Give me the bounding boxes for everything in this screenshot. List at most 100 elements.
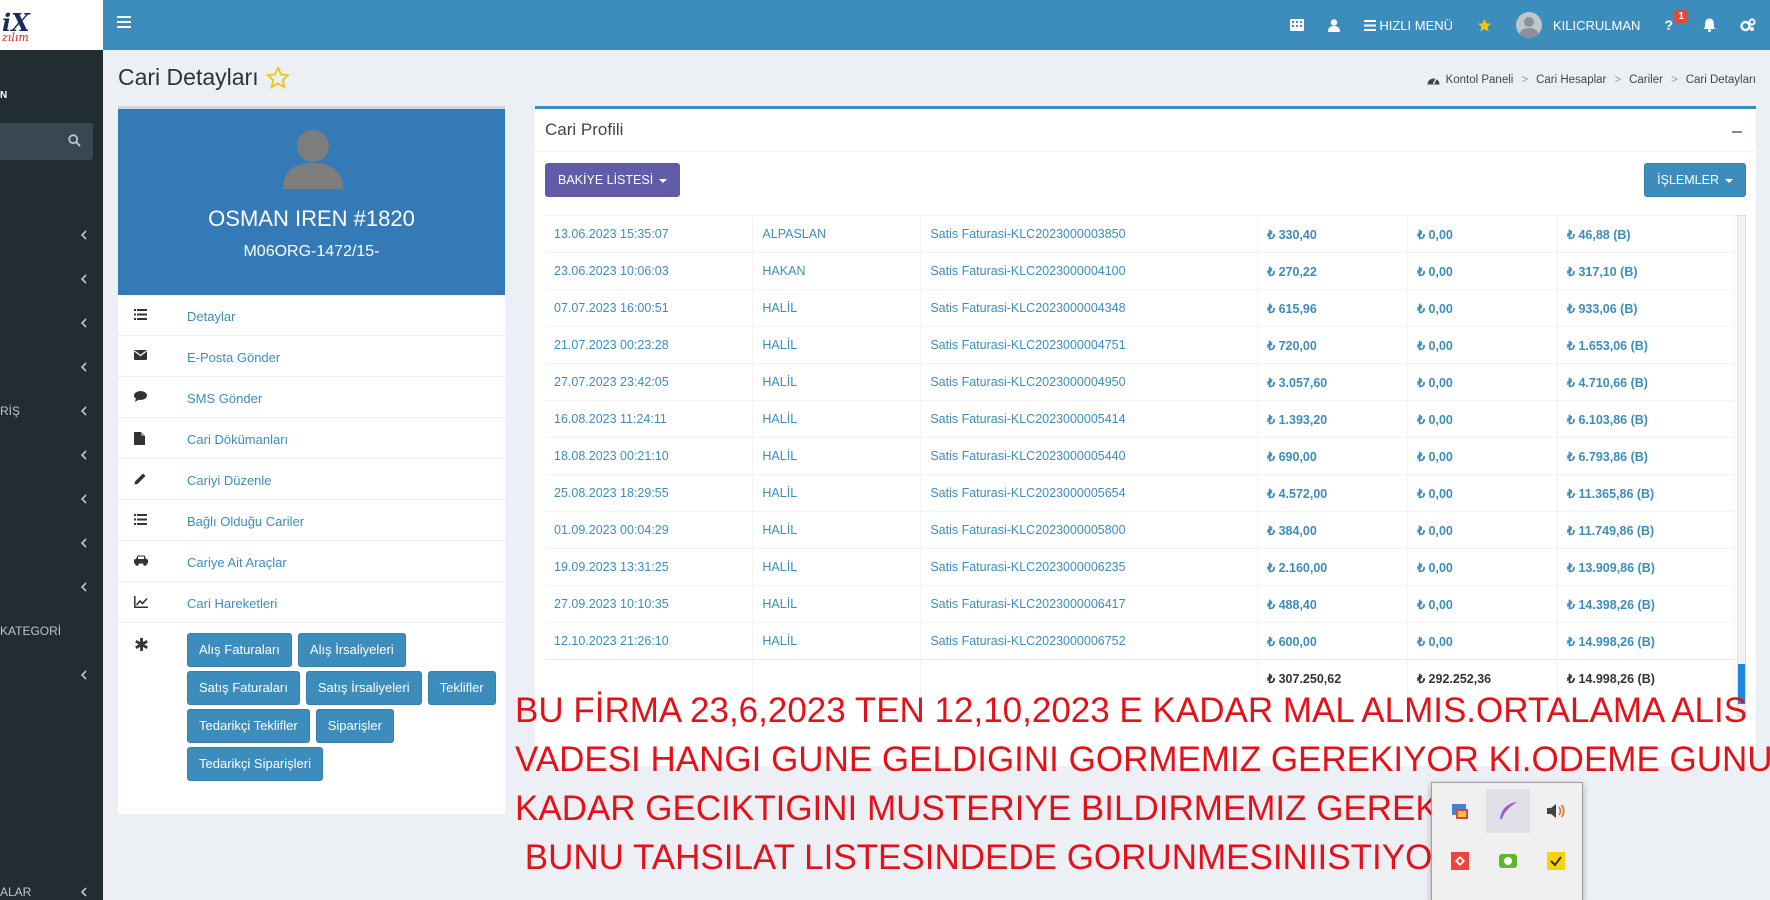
sidebar-item-7[interactable]	[0, 484, 103, 514]
tray-volume-icon[interactable]	[1534, 789, 1578, 833]
chevron-left-icon	[81, 538, 87, 548]
purchase-invoices-button[interactable]: Alış Faturaları	[187, 633, 292, 667]
breadcrumb-item[interactable]: Cari Hesaplar	[1536, 74, 1606, 86]
supplier-orders-button[interactable]: Tedarikçi Siparişleri	[187, 747, 323, 781]
balance-cell: ₺ 933,06 (B)	[1557, 289, 1735, 327]
sidebar-item-9[interactable]	[0, 572, 103, 602]
sidebar-item-1[interactable]	[0, 220, 103, 250]
chevron-left-icon	[81, 582, 87, 592]
avatar	[1516, 12, 1543, 38]
date-cell: 13.06.2023 15:35:07	[545, 215, 754, 253]
star-icon	[1477, 18, 1492, 31]
menu-item-documents[interactable]: Cari Dökümanları	[118, 418, 505, 459]
balance-cell: ₺ 11.749,86 (B)	[1557, 511, 1735, 549]
sidebar-item-kategori[interactable]: KATEGORİ	[0, 616, 103, 646]
favorites-button[interactable]	[1465, 0, 1504, 50]
calculator-icon	[1290, 19, 1305, 31]
date-cell: 12.10.2023 21:26:10	[545, 622, 754, 660]
help-badge: 1	[1674, 10, 1688, 23]
credit-cell: ₺ 0,00	[1407, 511, 1559, 549]
feather-icon	[1500, 802, 1517, 819]
sidebar-item-2[interactable]	[0, 264, 103, 294]
menu-item-transactions[interactable]: Cari Hareketleri	[118, 582, 505, 623]
profile-header: OSMAN IREN #1820 M06ORG-1472/15-	[118, 109, 505, 295]
sidebar-search-input[interactable]	[0, 123, 93, 160]
sidebar-toggle-icon[interactable]	[117, 16, 131, 30]
balance-cell: ₺ 46,88 (B)	[1557, 215, 1735, 253]
transactions-table-container[interactable]: 13.06.2023 15:35:07 ALPASLAN Satis Faturas…	[545, 215, 1747, 717]
user-menu[interactable]: KILICRULMAN	[1504, 0, 1652, 50]
menu-item-linked-accounts[interactable]: Bağlı Olduğu Cariler	[118, 500, 505, 541]
quick-menu-button[interactable]: HIZLI MENÜ	[1352, 0, 1465, 50]
sidebar-item-3[interactable]	[0, 308, 103, 338]
breadcrumb-item[interactable]: Cariler	[1629, 74, 1663, 86]
table-row[interactable]: 13.06.2023 15:35:07 ALPASLAN Satis Faturas…	[545, 215, 1735, 253]
file-icon	[134, 432, 145, 445]
credit-cell: ₺ 0,00	[1407, 215, 1559, 253]
description-cell: Satis Faturasi-KLC2023000006417	[920, 585, 1259, 623]
sidebar-item-8[interactable]	[0, 528, 103, 558]
debit-cell: ₺ 488,40	[1257, 585, 1409, 623]
balance-list-button[interactable]: BAKİYE LİSTESİ	[545, 163, 681, 197]
sidebar-item-5[interactable]: RİŞ	[0, 396, 103, 426]
user-cell: HALİL	[752, 511, 922, 549]
table-row[interactable]: 27.07.2023 23:42:05 HALİL Satis Faturasi-K…	[545, 363, 1735, 401]
box-header-divider	[535, 151, 1756, 152]
table-row[interactable]: 18.08.2023 00:21:10 HALİL Satis Faturasi-K…	[545, 437, 1735, 475]
green-app-icon	[1499, 854, 1517, 868]
tray-feather-icon[interactable]	[1486, 789, 1530, 833]
menu-item-vehicles[interactable]: Cariye Ait Araçlar	[118, 541, 505, 582]
actions-button[interactable]: İŞLEMLER	[1644, 163, 1746, 197]
table-row[interactable]: 07.07.2023 16:00:51 HALİL Satis Faturasi-K…	[545, 289, 1735, 327]
supplier-offers-button[interactable]: Tedarikçi Teklifler	[187, 709, 310, 743]
sidebar-item-alar[interactable]: ALAR	[0, 877, 103, 900]
description-cell: Satis Faturasi-KLC2023000005440	[920, 437, 1259, 475]
menu-item-send-email[interactable]: E-Posta Gönder	[118, 336, 505, 377]
sidebar-item-6[interactable]	[0, 440, 103, 470]
menu-item-send-sms[interactable]: SMS Gönder	[118, 377, 505, 418]
table-row[interactable]: 21.07.2023 00:23:28 HALİL Satis Faturasi-K…	[545, 326, 1735, 364]
tray-anydesk-icon[interactable]	[1438, 839, 1482, 883]
collapse-icon[interactable]	[1732, 131, 1742, 133]
search-icon[interactable]	[68, 134, 81, 147]
chevron-left-icon	[81, 406, 87, 416]
tray-app-icon[interactable]	[1438, 789, 1482, 833]
credit-cell: ₺ 0,00	[1407, 622, 1559, 660]
favorite-star-icon[interactable]	[266, 66, 290, 90]
sidebar-item-4[interactable]	[0, 352, 103, 382]
table-row[interactable]: 12.10.2023 21:26:10 HALİL Satis Faturasi-K…	[545, 622, 1735, 660]
help-button[interactable]: ? 1	[1652, 0, 1691, 50]
table-row[interactable]: 23.06.2023 10:06:03 HAKAN Satis Faturasi-K…	[545, 252, 1735, 290]
table-row[interactable]: 27.09.2023 10:10:35 HALİL Satis Faturasi-K…	[545, 585, 1735, 623]
user-profile-button[interactable]	[1316, 0, 1352, 50]
table-row[interactable]: 16.08.2023 11:24:11 HALİL Satis Faturasi-K…	[545, 400, 1735, 438]
tray-yellow-app-icon[interactable]	[1534, 839, 1578, 883]
purchase-waybills-button[interactable]: Alış İrsaliyeleri	[297, 633, 406, 667]
chevron-left-icon	[81, 318, 87, 328]
breadcrumb-item[interactable]: Kontol Paneli	[1446, 74, 1514, 86]
table-row[interactable]: 19.09.2023 13:31:25 HALİL Satis Faturasi-K…	[545, 548, 1735, 586]
description-cell: Satis Faturasi-KLC2023000006752	[920, 622, 1259, 660]
offers-button[interactable]: Teklifler	[427, 671, 496, 705]
gears-icon	[1740, 18, 1756, 32]
calculator-button[interactable]	[1278, 0, 1316, 50]
sales-waybills-button[interactable]: Satış İrsaliyeleri	[305, 671, 422, 705]
question-icon: ?	[1664, 17, 1673, 33]
table-row[interactable]: 25.08.2023 18:29:55 HALİL Satis Faturasi-K…	[545, 474, 1735, 512]
debit-cell: ₺ 4.572,00	[1257, 474, 1409, 512]
table-scrollbar[interactable]	[1737, 215, 1746, 717]
sales-invoices-button[interactable]: Satış Faturaları	[187, 671, 300, 705]
table-row[interactable]: 01.09.2023 00:04:29 HALİL Satis Faturasi-K…	[545, 511, 1735, 549]
logo[interactable]: iX zılım	[0, 0, 103, 50]
annotation-line: BU FİRMA 23,6,2023 TEN 12,10,2023 E KADA…	[515, 691, 1748, 730]
tray-green-app-icon[interactable]	[1486, 839, 1530, 883]
balance-cell: ₺ 1.653,06 (B)	[1557, 326, 1735, 364]
orders-button[interactable]: Siparişler	[315, 709, 394, 743]
menu-item-edit[interactable]: Cariyi Düzenle	[118, 459, 505, 500]
sidebar-item-11[interactable]	[0, 660, 103, 690]
settings-button[interactable]	[1728, 0, 1770, 50]
notifications-button[interactable]	[1691, 0, 1728, 50]
date-cell: 16.08.2023 11:24:11	[545, 400, 754, 438]
page-title: Cari Detayları	[118, 64, 259, 90]
menu-item-details[interactable]: Detaylar	[118, 295, 505, 336]
